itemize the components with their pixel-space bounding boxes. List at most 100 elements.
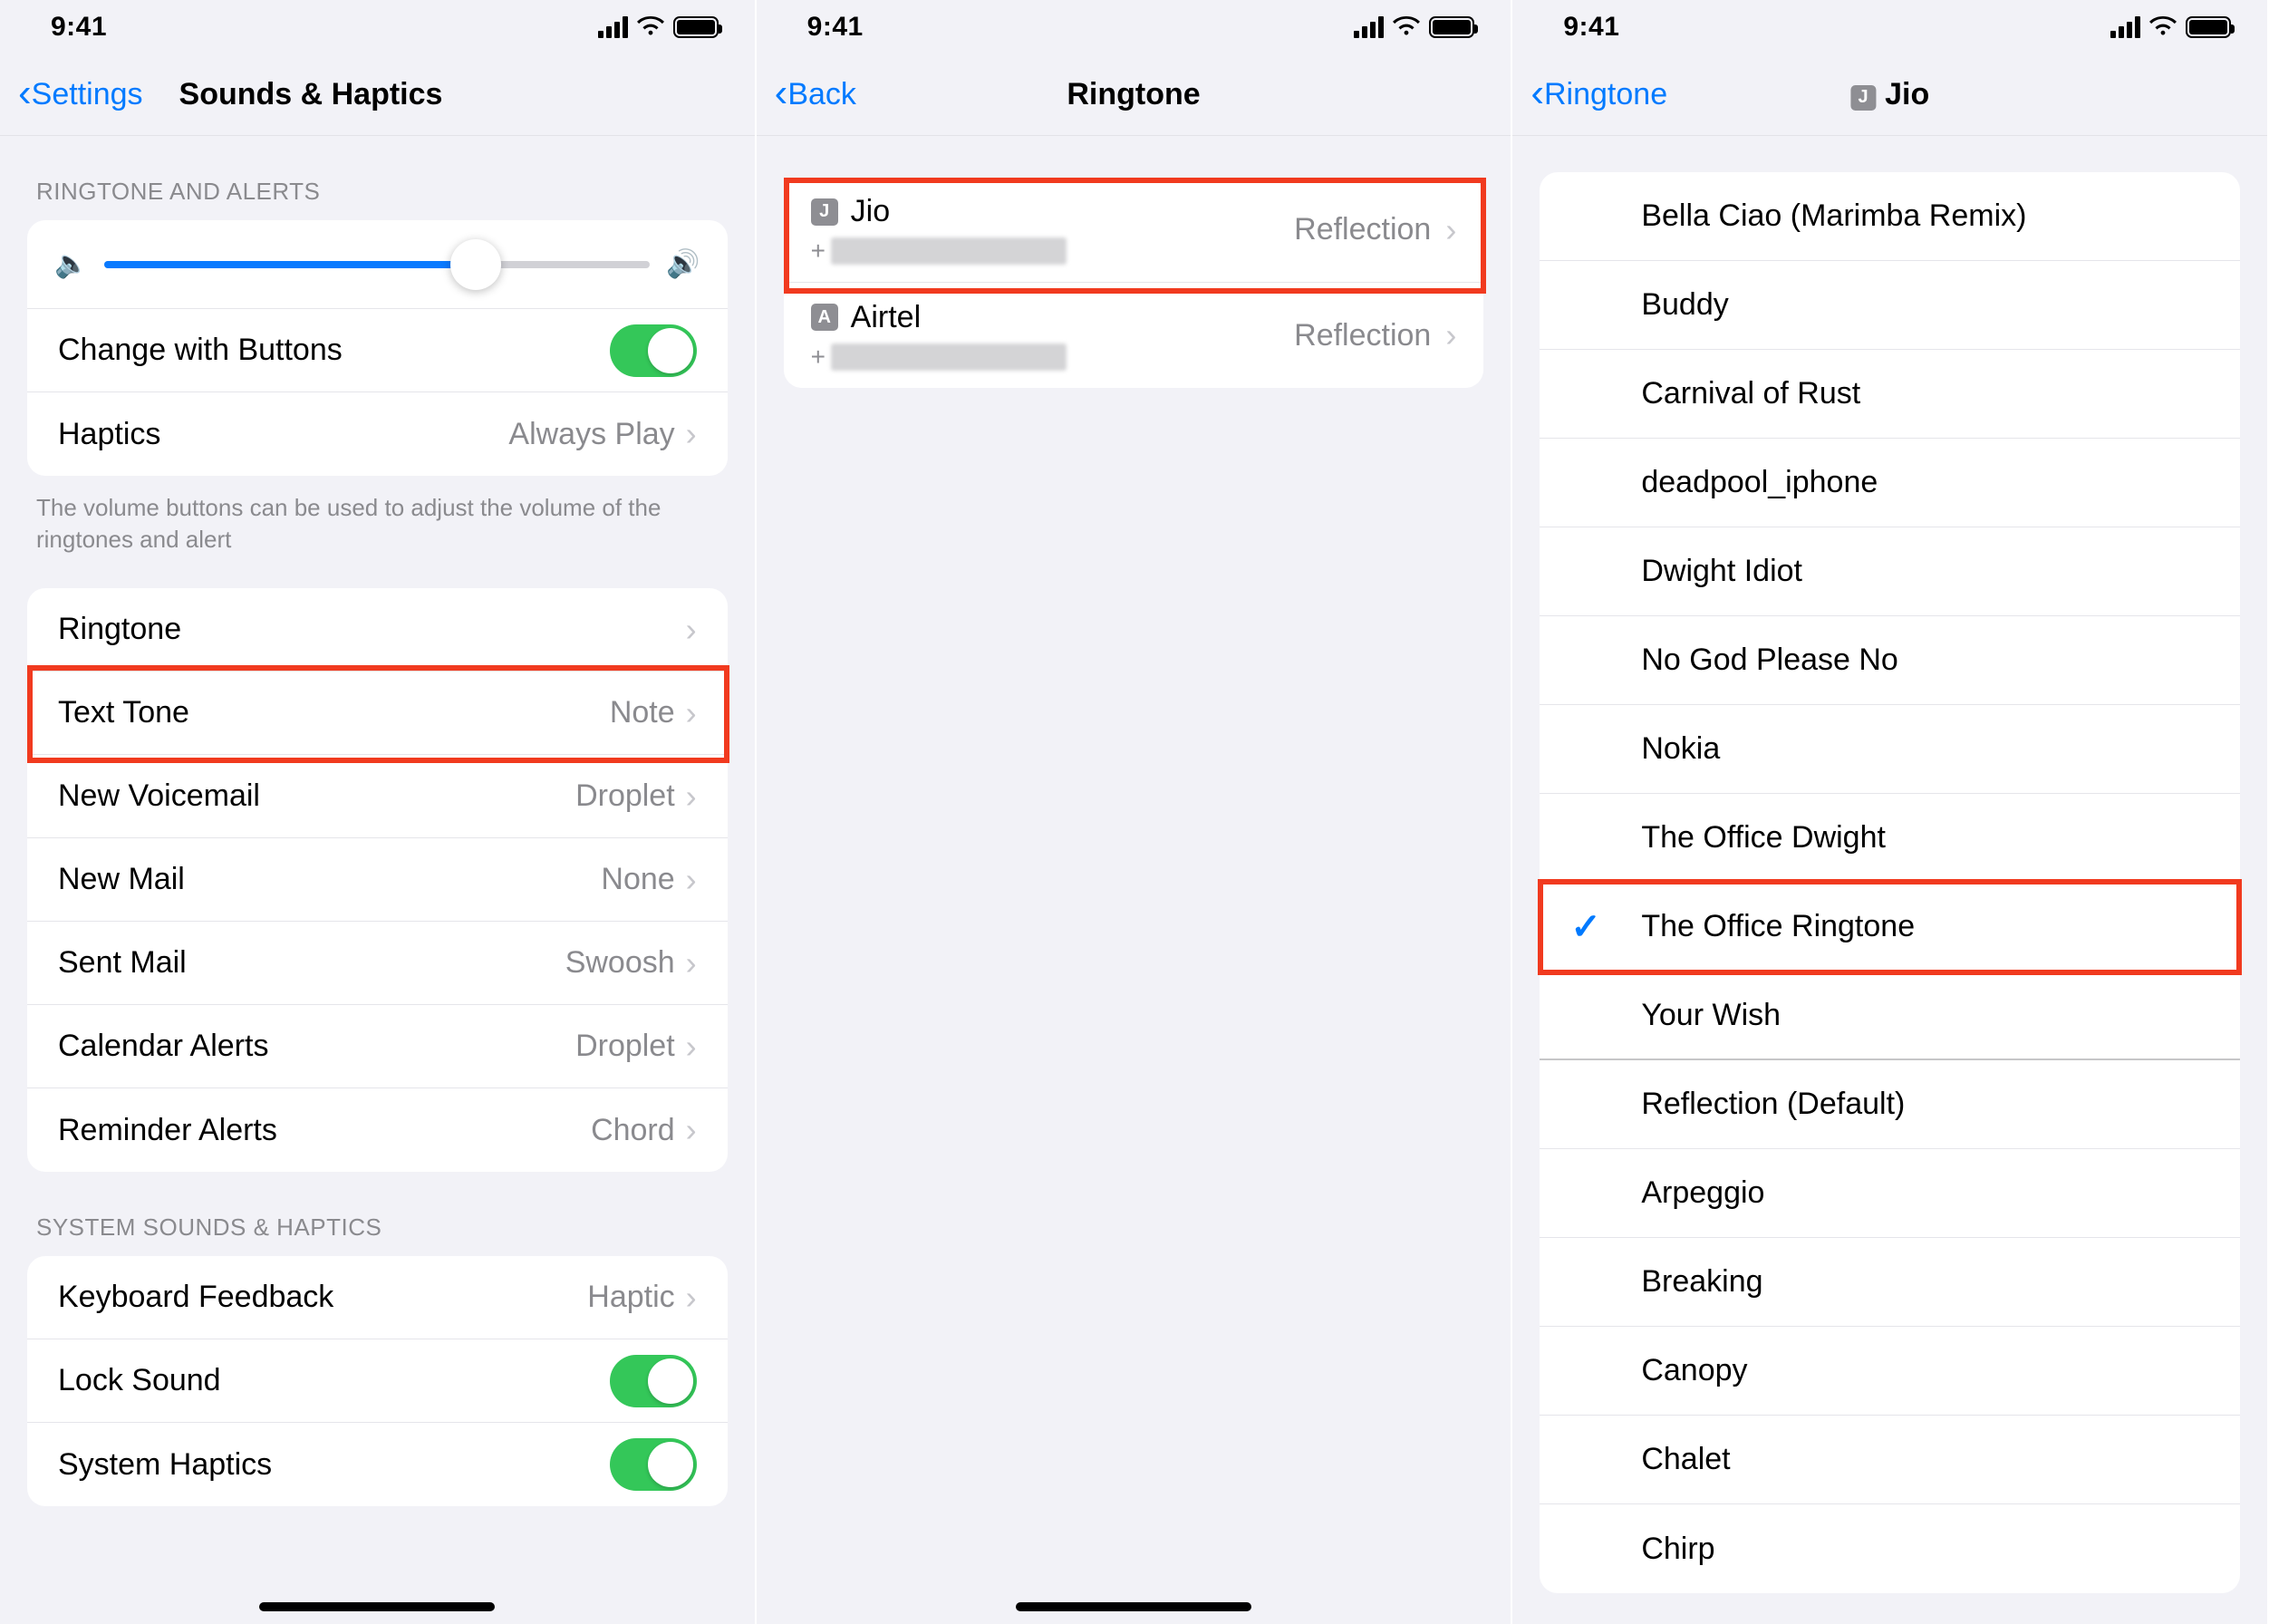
wifi-icon — [1393, 16, 1420, 38]
toggle-system-haptics[interactable] — [610, 1438, 697, 1491]
row-value: Droplet — [575, 1029, 675, 1064]
sim-name: Airtel — [851, 300, 921, 335]
content: RINGTONE AND ALERTS 🔈 🔊 Change with Butt… — [0, 136, 755, 1542]
content: JJio+Reflection›AAirtel+Reflection› — [757, 178, 1511, 424]
row-label: Change with Buttons — [58, 333, 343, 368]
sim-badge-icon: J — [1850, 85, 1876, 111]
row-label: New Mail — [58, 862, 185, 897]
status-bar: 9:41 — [1512, 0, 2267, 54]
ringtone-row[interactable]: Carnival of Rust — [1540, 350, 2240, 439]
row-keyboard-feedback[interactable]: Keyboard Feedback Haptic › — [27, 1256, 728, 1339]
ringtone-label: Bella Ciao (Marimba Remix) — [1641, 198, 2026, 234]
row-sound-type[interactable]: New VoicemailDroplet› — [27, 755, 728, 838]
status-icons — [598, 16, 719, 38]
volume-slider[interactable] — [104, 261, 650, 268]
page-title: J Jio — [1850, 77, 1929, 112]
row-sim[interactable]: AAirtel+Reflection› — [784, 283, 1484, 388]
row-haptics[interactable]: Haptics Always Play › — [27, 392, 728, 476]
ringtone-row[interactable]: Dwight Idiot — [1540, 527, 2240, 616]
chevron-left-icon: ‹ — [18, 73, 32, 113]
ringtone-row[interactable]: Your Wish — [1540, 972, 2240, 1060]
ringtone-row[interactable]: Buddy — [1540, 261, 2240, 350]
row-value: Reflection — [1294, 318, 1431, 353]
section-header-ringtone-alerts: RINGTONE AND ALERTS — [0, 136, 755, 220]
cellular-icon — [2110, 16, 2140, 38]
ringtone-row[interactable]: Breaking — [1540, 1238, 2240, 1327]
row-sound-type[interactable]: Sent Mail Swoosh › — [27, 922, 728, 1005]
ringtone-label: Arpeggio — [1641, 1175, 1764, 1211]
ringtone-label: Chirp — [1641, 1532, 1714, 1567]
row-sound-type[interactable]: Ringtone› — [27, 588, 728, 672]
ringtone-label: Your Wish — [1641, 998, 1781, 1033]
page-title-text: Jio — [1885, 77, 1929, 111]
sim-badge-icon: J — [811, 198, 838, 226]
volume-slider-row: 🔈 🔊 — [27, 220, 728, 309]
row-value: Haptic — [587, 1280, 674, 1315]
back-button[interactable]: ‹ Ringtone — [1530, 75, 1667, 115]
ringtone-row[interactable]: ✓The Office Ringtone — [1540, 883, 2240, 972]
ringtone-label: Canopy — [1641, 1353, 1747, 1388]
ringtone-row[interactable]: Reflection (Default) — [1540, 1060, 2240, 1149]
row-system-haptics: System Haptics — [27, 1423, 728, 1506]
screen-ringtone-sims: 9:41 ‹ Back Ringtone JJio+Reflection›AAi… — [757, 0, 1513, 1624]
cellular-icon — [598, 16, 628, 38]
chevron-right-icon: › — [1445, 211, 1456, 249]
row-label: Reminder Alerts — [58, 1113, 277, 1148]
ringtone-row[interactable]: The Office Dwight — [1540, 794, 2240, 883]
row-sound-type[interactable]: Text ToneNote› — [27, 672, 728, 755]
nav-bar: ‹ Back Ringtone — [757, 54, 1511, 136]
ringtone-label: deadpool_iphone — [1641, 465, 1878, 500]
back-button[interactable]: ‹ Settings — [18, 75, 143, 115]
ringtone-label: Dwight Idiot — [1641, 554, 1802, 589]
row-label: New Voicemail — [58, 778, 260, 814]
toggle-change-with-buttons[interactable] — [610, 324, 697, 377]
toggle-lock-sound[interactable] — [610, 1355, 697, 1407]
volume-high-icon: 🔊 — [666, 248, 700, 280]
row-label: Calendar Alerts — [58, 1029, 268, 1064]
row-sim[interactable]: JJio+Reflection› — [784, 178, 1484, 283]
checkmark-icon: ✓ — [1570, 906, 1641, 948]
group-ringtones: Bella Ciao (Marimba Remix) Buddy Carnival … — [1540, 172, 2240, 1593]
sim-badge-icon: A — [811, 304, 838, 331]
chevron-right-icon: › — [686, 778, 697, 816]
wifi-icon — [637, 16, 664, 38]
volume-slider-thumb[interactable] — [450, 239, 501, 290]
redacted-number — [831, 237, 1067, 265]
row-label: Sent Mail — [58, 945, 187, 981]
chevron-right-icon: › — [686, 944, 697, 982]
ringtone-label: No God Please No — [1641, 643, 1898, 678]
ringtone-row[interactable]: Bella Ciao (Marimba Remix) — [1540, 172, 2240, 261]
chevron-right-icon: › — [1445, 316, 1456, 354]
battery-icon — [673, 16, 719, 38]
ringtone-label: Carnival of Rust — [1641, 376, 1860, 411]
status-icons — [2110, 16, 2231, 38]
back-button[interactable]: ‹ Back — [775, 75, 856, 115]
chevron-right-icon: › — [686, 1279, 697, 1317]
row-sound-type[interactable]: Calendar Alerts Droplet › — [27, 1005, 728, 1088]
row-sound-type[interactable]: Reminder AlertsChord› — [27, 1088, 728, 1172]
ringtone-row[interactable]: Chirp — [1540, 1504, 2240, 1593]
ringtone-row[interactable]: Chalet — [1540, 1416, 2240, 1504]
ringtone-row[interactable]: Arpeggio — [1540, 1149, 2240, 1238]
nav-bar: ‹ Settings Sounds & Haptics — [0, 54, 755, 136]
chevron-right-icon: › — [686, 1028, 697, 1066]
ringtone-label: Buddy — [1641, 287, 1728, 323]
ringtone-row[interactable]: No God Please No — [1540, 616, 2240, 705]
ringtone-row[interactable]: Nokia — [1540, 705, 2240, 794]
row-value: Swoosh — [565, 945, 675, 981]
volume-low-icon: 🔈 — [54, 248, 88, 280]
sim-name: Jio — [851, 194, 890, 229]
home-indicator — [259, 1602, 495, 1611]
status-time: 9:41 — [1563, 12, 1619, 43]
ringtone-row[interactable]: deadpool_iphone — [1540, 439, 2240, 527]
row-value: Chord — [591, 1113, 675, 1148]
battery-icon — [2186, 16, 2231, 38]
back-label: Back — [787, 77, 856, 112]
chevron-right-icon: › — [686, 415, 697, 453]
group-system-sounds: Keyboard Feedback Haptic › Lock Sound Sy… — [27, 1256, 728, 1506]
chevron-left-icon: ‹ — [1530, 73, 1544, 113]
row-label: Text Tone — [58, 695, 189, 730]
ringtone-row[interactable]: Canopy — [1540, 1327, 2240, 1416]
row-sound-type[interactable]: New MailNone› — [27, 838, 728, 922]
chevron-left-icon: ‹ — [775, 73, 788, 113]
